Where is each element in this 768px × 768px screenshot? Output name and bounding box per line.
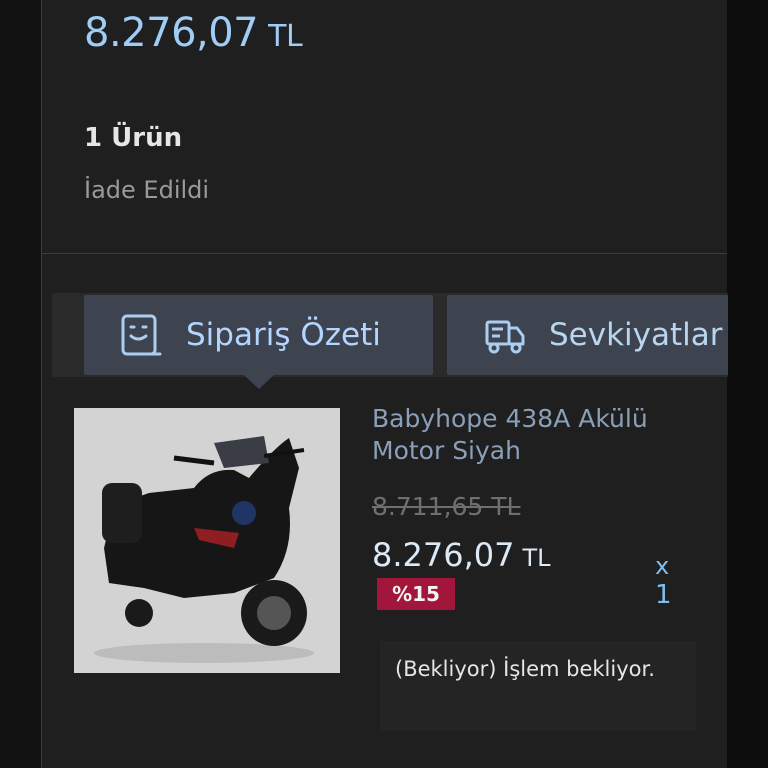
- tab-shipments[interactable]: Sevkiyatlar: [447, 295, 728, 375]
- quantity-value: 1: [655, 580, 672, 610]
- item-count: 1 Ürün: [84, 123, 183, 153]
- order-status: İade Edildi: [84, 176, 210, 204]
- truck-icon: [485, 320, 525, 354]
- tab-order-summary[interactable]: Sipariş Özeti: [84, 295, 433, 375]
- active-tab-pointer: [244, 375, 274, 389]
- product-price-currency: TL: [522, 544, 551, 572]
- tab-shipments-label: Sevkiyatlar: [549, 317, 723, 353]
- status-note-box: (Bekliyor) İşlem bekliyor.: [380, 641, 696, 731]
- order-summary-icon: [121, 314, 162, 356]
- right-edge-shade: [727, 0, 768, 768]
- order-total-currency: TL: [268, 19, 303, 54]
- motorcycle-image: [74, 408, 340, 673]
- section-divider: [41, 253, 727, 254]
- product-name[interactable]: Babyhope 438A Akülü Motor Siyah: [372, 403, 702, 467]
- product-price: 8.276,07 TL: [372, 536, 551, 574]
- quantity-symbol: x: [655, 552, 670, 580]
- discount-badge: %15: [377, 578, 455, 610]
- status-note-text: (Bekliyor) İşlem bekliyor.: [395, 657, 655, 681]
- product-old-price: 8.711,65 TL: [372, 492, 521, 521]
- order-total-amount: 8.276,07: [84, 10, 259, 56]
- product-price-amount: 8.276,07: [372, 536, 515, 574]
- product-image[interactable]: [74, 408, 340, 673]
- tab-order-summary-label: Sipariş Özeti: [186, 317, 381, 353]
- order-total: 8.276,07 TL: [84, 10, 303, 56]
